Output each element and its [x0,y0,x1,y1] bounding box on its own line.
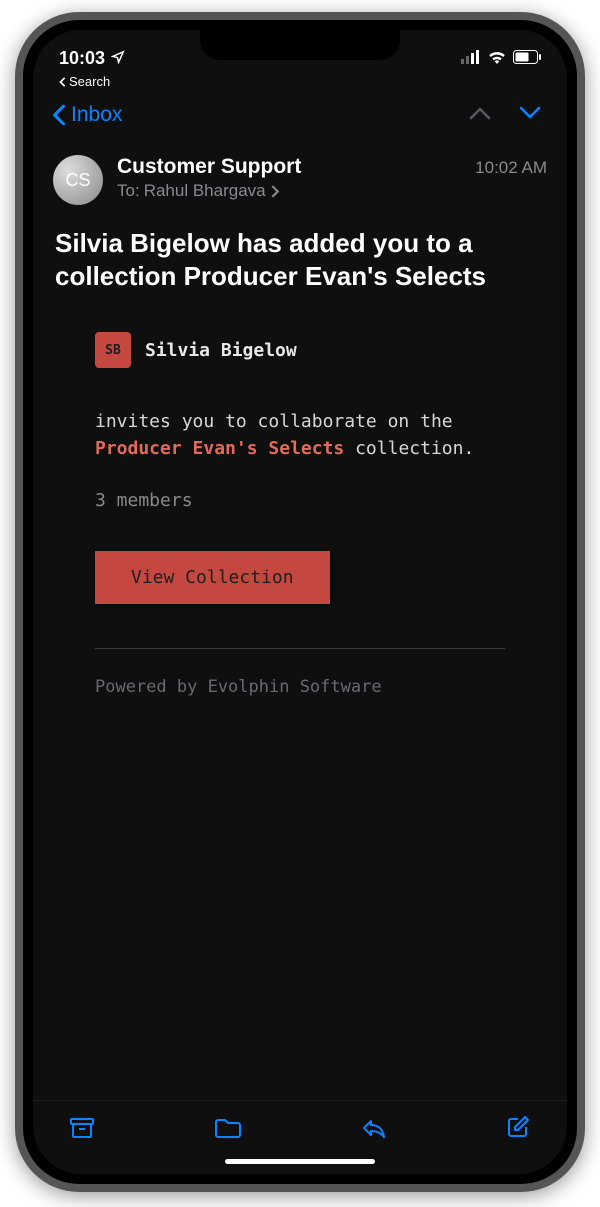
inviter-initials: SB [105,343,121,358]
email-subject: Silvia Bigelow has added you to a collec… [33,217,567,312]
back-button[interactable]: Inbox [51,103,122,127]
powered-by: Powered by Evolphin Software [55,677,545,697]
chevron-right-icon [270,185,279,198]
home-indicator[interactable] [225,1159,375,1164]
nav-bar: Inbox [33,89,567,139]
archive-button[interactable] [69,1116,95,1145]
view-collection-button[interactable]: View Collection [95,551,330,604]
location-icon [111,48,125,69]
move-button[interactable] [214,1117,242,1144]
email-header: CS Customer Support 10:02 AM To: Rahul B… [33,139,567,217]
sender-avatar[interactable]: CS [53,155,103,205]
body-text-after: collection. [355,438,474,459]
phone-bezel: 10:03 [23,20,577,1184]
collection-name-link[interactable]: Producer Evan's Selects [95,438,344,459]
prev-message-button[interactable] [469,106,491,125]
bottom-toolbar [33,1100,567,1153]
screen: 10:03 [33,30,567,1174]
battery-icon [513,48,541,69]
body-text-before: invites you to collaborate on the [95,411,453,432]
status-time: 10:03 [59,48,105,69]
back-app-label: Search [69,74,110,89]
avatar-initials: CS [65,170,90,191]
cellular-icon [461,48,481,69]
compose-button[interactable] [506,1115,531,1145]
sender-name[interactable]: Customer Support [117,155,301,179]
inviter-badge: SB [95,332,131,368]
back-to-app[interactable]: Search [33,74,567,89]
next-message-button[interactable] [519,106,541,125]
to-label: To: [117,181,140,201]
recipient-row[interactable]: To: Rahul Bhargava [117,181,547,201]
back-label: Inbox [71,103,122,127]
email-time: 10:02 AM [475,158,547,178]
notch [200,30,400,60]
phone-frame: 10:03 [15,12,585,1192]
recipient-name: Rahul Bhargava [144,181,266,201]
wifi-icon [487,48,507,69]
divider [95,648,505,649]
email-body: SB Silvia Bigelow invites you to collabo… [33,312,567,717]
inviter-name: Silvia Bigelow [145,340,297,361]
members-count: 3 members [55,462,545,551]
reply-button[interactable] [361,1117,387,1144]
